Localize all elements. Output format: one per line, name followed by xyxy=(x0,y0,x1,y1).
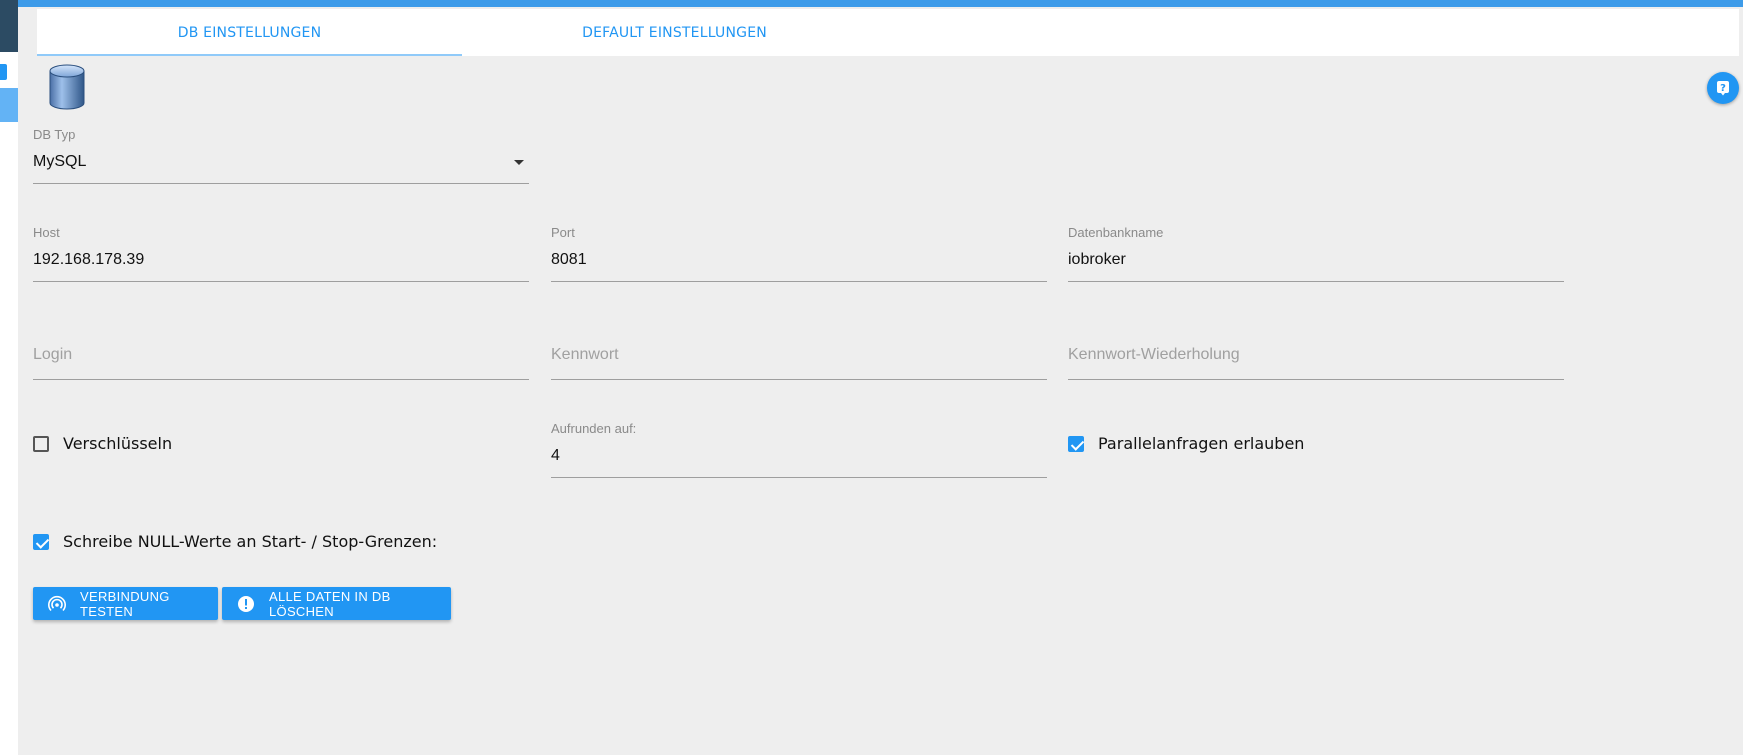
wifi-tethering-icon xyxy=(48,595,66,613)
port-field[interactable]: Port 8081 xyxy=(551,225,1047,283)
chevron-down-icon xyxy=(514,160,524,165)
db-name-underline xyxy=(1068,281,1564,282)
port-underline xyxy=(551,281,1047,282)
tab-db-settings[interactable]: DB EINSTELLUNGEN xyxy=(37,9,462,56)
host-field[interactable]: Host 192.168.178.39 xyxy=(33,225,529,283)
tab-default-settings[interactable]: DEFAULT EINSTELLUNGEN xyxy=(462,9,887,56)
write-nulls-label: Schreibe NULL-Werte an Start- / Stop-Gre… xyxy=(63,532,438,551)
parallel-checkbox-box[interactable] xyxy=(1068,435,1084,452)
sidebar-avatar[interactable] xyxy=(0,0,18,52)
delete-all-data-label: ALLE DATEN IN DB LÖSCHEN xyxy=(269,588,391,619)
login-field[interactable]: Login xyxy=(33,345,529,381)
help-button[interactable]: ? xyxy=(1707,72,1739,104)
sidebar-badge xyxy=(0,64,7,80)
settings-panel: DB EINSTELLUNGEN DEFAULT EINSTELLUNGEN ?… xyxy=(18,7,1743,755)
sidebar-active-item[interactable] xyxy=(0,88,18,122)
write-nulls-checkbox[interactable]: Schreibe NULL-Werte an Start- / Stop-Gre… xyxy=(33,532,437,551)
round-value: 4 xyxy=(551,447,560,464)
password-underline xyxy=(551,379,1047,380)
parallel-checkbox[interactable]: Parallelanfragen erlauben xyxy=(1068,434,1304,453)
host-underline xyxy=(33,281,529,282)
parallel-label: Parallelanfragen erlauben xyxy=(1098,434,1305,453)
tab-indicator xyxy=(37,54,462,56)
write-nulls-checkbox-box[interactable] xyxy=(33,533,49,550)
host-label: Host xyxy=(33,225,60,240)
encrypt-label: Verschlüsseln xyxy=(63,434,173,453)
db-name-label: Datenbankname xyxy=(1068,225,1164,240)
round-label: Aufrunden auf: xyxy=(551,421,637,436)
host-value: 192.168.178.39 xyxy=(33,251,145,268)
password-placeholder: Kennwort xyxy=(551,346,619,363)
svg-text:?: ? xyxy=(1720,83,1726,94)
round-underline xyxy=(551,477,1047,478)
database-icon xyxy=(47,63,87,113)
login-underline xyxy=(33,379,529,380)
test-connection-label: VERBINDUNG TESTEN xyxy=(80,588,170,619)
tab-bar: DB EINSTELLUNGEN DEFAULT EINSTELLUNGEN xyxy=(37,9,1739,56)
db-type-value: MySQL xyxy=(33,153,87,170)
password-repeat-underline xyxy=(1068,379,1564,380)
port-value: 8081 xyxy=(551,251,587,268)
delete-all-data-button[interactable]: ALLE DATEN IN DB LÖSCHEN xyxy=(222,587,451,620)
alert-circle-icon xyxy=(237,595,255,613)
db-type-label: DB Typ xyxy=(33,127,76,142)
encrypt-checkbox-box[interactable] xyxy=(33,435,49,452)
password-repeat-field[interactable]: Kennwort-Wiederholung xyxy=(1068,345,1564,381)
password-repeat-placeholder: Kennwort-Wiederholung xyxy=(1068,346,1240,363)
db-type-select[interactable]: DB Typ MySQL xyxy=(33,127,529,185)
db-name-value: iobroker xyxy=(1068,251,1126,268)
port-label: Port xyxy=(551,225,575,240)
db-name-field[interactable]: Datenbankname iobroker xyxy=(1068,225,1564,283)
round-field[interactable]: Aufrunden auf: 4 xyxy=(551,421,1047,479)
sidebar xyxy=(0,0,18,755)
db-type-underline xyxy=(33,183,529,184)
password-field[interactable]: Kennwort xyxy=(551,345,1047,381)
test-connection-button[interactable]: VERBINDUNG TESTEN xyxy=(33,587,218,620)
encrypt-checkbox[interactable]: Verschlüsseln xyxy=(33,434,172,453)
top-app-bar xyxy=(0,0,1743,7)
help-icon: ? xyxy=(1717,81,1729,96)
login-placeholder: Login xyxy=(33,346,73,363)
